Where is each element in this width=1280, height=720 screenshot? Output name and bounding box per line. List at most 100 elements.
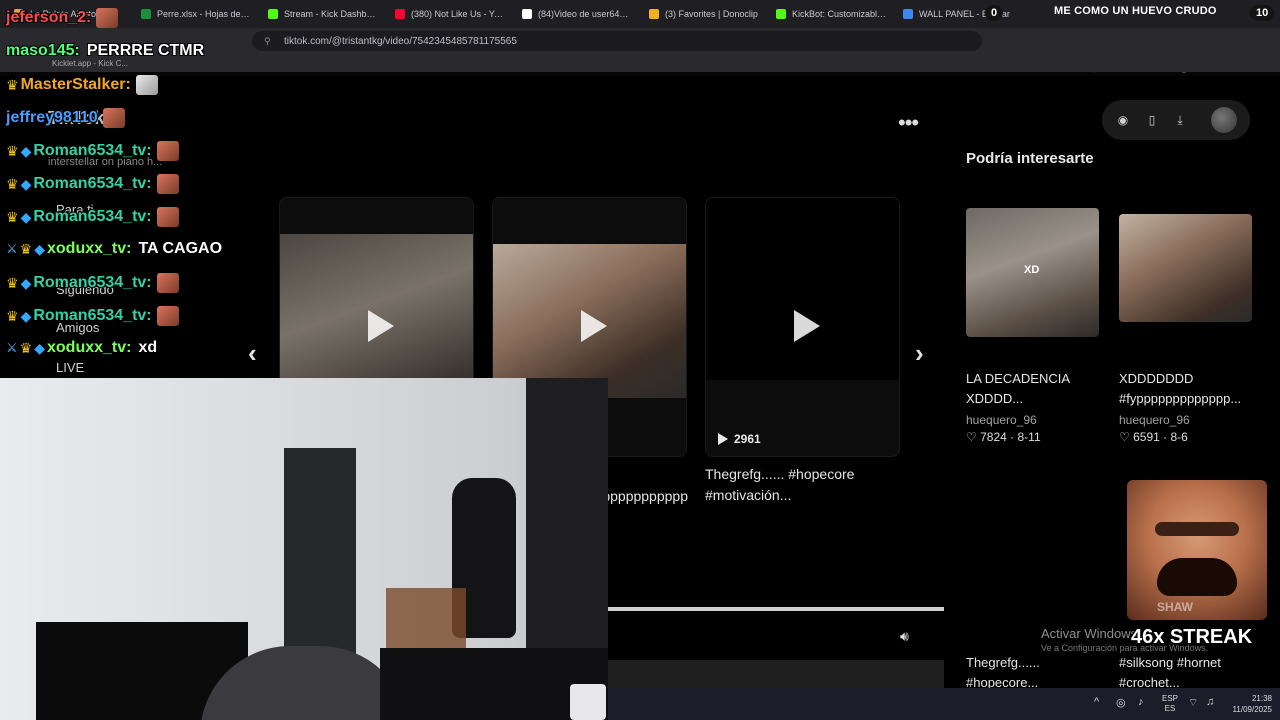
browser-tab[interactable]: KickBot: Customizable Cha... [768,3,895,25]
video-thumbnail [706,198,899,380]
chat-message: ♛ MasterStalker: [6,75,158,95]
browser-tab[interactable]: Stream - Kick Dashboard [260,3,387,25]
sword-badge-icon: ⚔ [6,241,18,256]
tab-favicon-icon [268,9,278,19]
clock[interactable]: 21:38 11/09/2025 [1226,693,1272,715]
counter-right-value: 10 [1256,7,1269,19]
browser-tab[interactable]: (380) Not Like Us - YouTube [387,3,514,25]
recommended-title-1[interactable]: LA DECADENCIA XDDDD... [966,369,1106,409]
network-icon[interactable]: ◎ [1116,696,1126,709]
thumb-overlay-text: XD [1024,264,1040,276]
profile-avatar[interactable] [1211,107,1237,133]
face-emote-icon [96,8,119,28]
webcam-feed [0,378,608,720]
windows-taskbar: ^ ◎ ♪ ESP ES ⌔ ♫ 21:38 11/09/2025 [608,688,1280,720]
crown-badge-icon: ♛ [6,76,19,93]
recommended-title-3[interactable]: Thegrefg...... #hopecore... [966,653,1086,693]
wifi-icon[interactable]: ⌔ [1188,696,1198,710]
chat-username[interactable]: Roman6534_tv: [33,208,151,226]
crown-badge-icon: ♛ [6,208,19,225]
counter-left-value: 0 [991,7,998,19]
chat-username[interactable]: MasterStalker: [21,76,131,94]
play-count-icon [718,433,728,445]
crown-badge-icon: ♛ [6,142,19,159]
chat-username[interactable]: jeferson_2: [6,9,91,27]
tray-chevron-icon[interactable]: ^ [1094,696,1099,708]
recommended-thumb-2[interactable] [1119,214,1252,322]
chat-username[interactable]: xoduxx_tv: [47,339,131,357]
nav-live[interactable]: LIVE [56,360,84,375]
phone-icon[interactable]: ▯ [1144,112,1160,128]
tab-label: Perre.xlsx - Hojas de cálculo [157,9,252,19]
video-progress-bar[interactable] [608,607,944,611]
face-emote-icon [156,306,179,326]
chat-text: TA CAGAO [138,240,223,257]
chat-username[interactable]: jeffrey98110 [6,109,98,127]
tiktok-coins-icon[interactable]: ◉ [1115,112,1131,128]
carousel-prev-icon[interactable]: ‹ [248,338,257,369]
recommended-stats-1: ♡ 7824 · 8-11 [966,430,1041,444]
language-indicator[interactable]: ESP ES [1162,694,1178,714]
view-count: 2961 [718,432,761,446]
heart-icon: ♡ [1119,430,1130,444]
carousel-next-icon[interactable]: › [915,338,924,369]
chat-username[interactable]: xoduxx_tv: [47,240,131,258]
webcam-cup [570,684,606,720]
crown-badge-icon: ♛ [6,274,19,291]
chat-message: jeffrey98110 [6,108,125,128]
speaker-icon[interactable]: ♫ [1206,696,1214,708]
face-emote-icon [156,174,179,194]
video-card-3[interactable]: 2961 [705,197,900,457]
more-options-icon[interactable]: ••• [898,110,919,136]
sword-badge-icon: ⚔ [6,340,18,355]
recommended-title: Podría interesarte [966,150,1094,167]
gem-badge-icon: ◆ [20,175,32,192]
video-card-3-title[interactable]: Thegrefg...... #hopecore #motivación... [705,464,900,506]
recommended-title-2[interactable]: XDDDDDDD #fyppppppppppppp... [1119,369,1259,409]
chat-text: PERRRE CTMR [86,42,205,59]
chat-message: ♛ ◆ Roman6534_tv: [6,273,179,293]
chat-message: ♛ ◆ Roman6534_tv: [6,207,179,227]
chat-username[interactable]: Roman6534_tv: [33,274,151,292]
site-info-icon[interactable]: ⚲ [264,36,274,46]
recommended-author-2[interactable]: huequero_96 [1119,413,1190,427]
gem-badge-icon: ◆ [34,240,45,257]
gem-badge-icon: ◆ [34,339,45,356]
download-icon[interactable]: ⤓ [1172,112,1188,128]
gem-badge-icon: ◆ [20,142,32,159]
tab-label: (380) Not Like Us - YouTube [411,9,506,19]
tab-favicon-icon [776,9,786,19]
browser-tab[interactable]: Perre.xlsx - Hojas de cálculo [133,3,260,25]
language-top: ESP [1162,694,1179,703]
chat-username[interactable]: Roman6534_tv: [33,175,151,193]
video-card-2-title[interactable]: XDDDDDDD #fyppppppppppppp... [608,486,688,507]
play-icon[interactable] [794,310,820,342]
streak-label: 46x STREAK [1131,626,1253,648]
streak-eyes [1155,522,1239,536]
browser-tab[interactable]: (3) Favorites | Donoclip [641,3,768,25]
clock-date: 11/09/2025 [1232,705,1272,714]
chat-message: ⚔ ♛ ◆ xoduxx_tv: TA CAGAO [6,240,222,258]
play-icon[interactable] [368,310,394,342]
tab-favicon-icon [141,9,151,19]
face-emote-icon [156,273,179,293]
address-bar[interactable]: ⚲ tiktok.com/@tristantkg/video/754234548… [252,31,982,51]
volume-icon[interactable]: 🔊︎ [900,628,909,645]
chat-username[interactable]: Roman6534_tv: [33,307,151,325]
screen: La Ruleta Aleato... Perre.xlsx - Hojas de… [0,0,1280,720]
browser-tab[interactable]: (84)Video de user641381... [514,3,641,25]
crown-badge-icon: ♛ [19,240,33,257]
recommended-author-1[interactable]: huequero_96 [966,413,1037,427]
recommended-stats-2: ♡ 6591 · 8-6 [1119,430,1188,444]
recommended-title-4[interactable]: #silksong #hornet #crochet... [1119,653,1259,693]
mic-icon[interactable]: ♪ [1138,696,1144,708]
heart-icon: ♡ [966,430,977,444]
browser-tab[interactable]: WALL PANEL - Buscar [895,3,1022,25]
language-bottom: ES [1164,704,1176,713]
chat-username[interactable]: maso145: [6,42,80,60]
chat-username[interactable]: Roman6534_tv: [33,142,151,160]
date-value: 8-11 [1017,430,1041,444]
recommended-thumb-1[interactable]: XD [966,208,1099,337]
play-icon[interactable] [581,310,607,342]
webcam-brick-wall [526,378,608,658]
